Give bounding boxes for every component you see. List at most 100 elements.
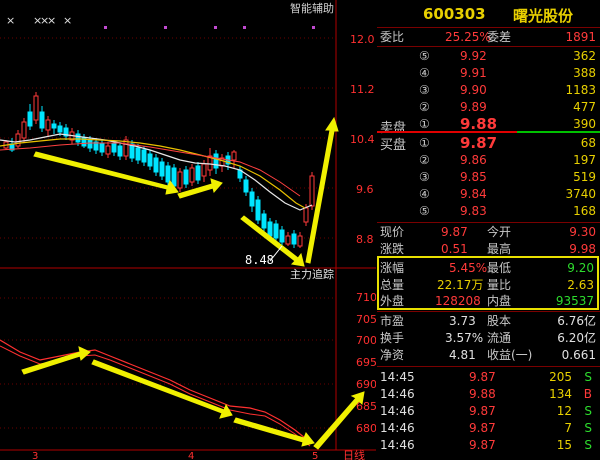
level-volume: 197	[573, 153, 596, 167]
stat-row: 市盈 3.73 股本 6.76亿	[380, 314, 596, 328]
candle-body	[267, 221, 273, 237]
level-number: ④	[419, 187, 430, 201]
price-axis-label: 11.2	[350, 83, 375, 96]
candle-body	[51, 123, 57, 129]
candle-body	[87, 139, 93, 149]
tick-volume: 12	[556, 404, 572, 418]
candle-body	[165, 165, 171, 183]
tick-time: 14:46	[380, 387, 415, 401]
level-number: ②	[419, 100, 430, 114]
marker-icon: ×	[47, 14, 56, 27]
low-price-marker: 8.48	[245, 253, 274, 267]
candle-body	[243, 179, 249, 193]
tick-row: 14:46 9.87 12 S	[377, 402, 600, 420]
buy-level-row[interactable]: ① 9.87 68	[377, 134, 600, 152]
indicator-axis-label: 680	[356, 422, 376, 435]
level-price: 9.84	[460, 187, 487, 201]
tick-volume: 7	[564, 421, 572, 435]
level-volume: 1183	[565, 83, 596, 97]
marker-icon: ×	[63, 14, 72, 27]
candle-body	[57, 125, 63, 133]
tick-price: 9.87	[469, 370, 496, 384]
level-price: 9.92	[460, 49, 487, 63]
price-axis-label: 8.8	[356, 233, 374, 246]
tick-flag: S	[584, 438, 592, 452]
buy-bar	[517, 131, 600, 133]
buy-level-row[interactable]: ③ 9.85 519	[377, 168, 600, 186]
indicator-axis-label: 700	[356, 334, 376, 347]
quote-header: 600303 曙光股份	[377, 0, 600, 27]
tick-flag: S	[584, 370, 592, 384]
period-tab-daily[interactable]: 日线	[343, 448, 365, 460]
indicator-title: 主力追踪	[290, 267, 334, 281]
candle-body	[45, 119, 51, 131]
candle-body	[105, 145, 111, 155]
level-volume: 168	[573, 204, 596, 218]
sell-level-row[interactable]: ⑤ 9.92 362	[377, 47, 600, 65]
level-price: 9.89	[460, 100, 487, 114]
indicator-axis-label: 705	[356, 313, 376, 326]
marker-icon: ×	[6, 14, 15, 27]
level-number: ③	[419, 170, 430, 184]
buy-level-row[interactable]: ④ 9.84 3740	[377, 185, 600, 203]
x-tick: 4	[188, 451, 194, 460]
level-volume: 388	[573, 66, 596, 80]
price-axis-label: 12.0	[350, 33, 375, 46]
level-number: ①	[419, 136, 430, 150]
stat-row: 外盘 128208 内盘 93537	[380, 294, 594, 308]
level-volume: 68	[580, 136, 596, 150]
level-volume: 519	[573, 170, 596, 184]
tick-flag: S	[584, 404, 592, 418]
candle-body	[261, 213, 267, 229]
sell-level-row[interactable]: ④ 9.91 388	[377, 64, 600, 82]
buy-level-row[interactable]: ② 9.86 197	[377, 151, 600, 169]
indicator-axis-label: 690	[356, 378, 376, 391]
candle-body	[33, 95, 39, 121]
level-price: 9.90	[460, 83, 487, 97]
level-price: 9.91	[460, 66, 487, 80]
sell-level-row[interactable]: ② 9.89 477	[377, 98, 600, 116]
level-number: ③	[419, 83, 430, 97]
weibi-value: 25.25%	[445, 30, 491, 44]
candle-body	[291, 233, 297, 245]
tick-volume: 134	[549, 387, 572, 401]
tick-volume: 205	[549, 370, 572, 384]
candle-body	[27, 111, 33, 127]
level-number: ⑤	[419, 204, 430, 218]
candle-body	[135, 147, 141, 161]
level-price: 9.86	[460, 153, 487, 167]
stock-code: 600303	[423, 5, 486, 23]
tick-volume: 15	[556, 438, 572, 452]
stock-name: 曙光股份	[513, 7, 574, 25]
candle-body	[15, 133, 21, 147]
kline-chart[interactable]: 12.0 11.2 10.4 9.6 8.8 710 705 700 695 6…	[0, 0, 376, 460]
candle-body	[171, 167, 177, 187]
sell-bar	[377, 131, 517, 133]
level-price: 9.83	[460, 204, 487, 218]
level-volume: 477	[573, 100, 596, 114]
candle-body	[285, 235, 291, 245]
candle-body	[111, 143, 117, 153]
candle-body	[231, 151, 237, 161]
candle-body	[117, 145, 123, 157]
tick-time: 14:46	[380, 404, 415, 418]
candle-body	[201, 163, 207, 177]
indicator-axis-label: 710	[356, 291, 376, 304]
tick-price: 9.87	[469, 438, 496, 452]
level-volume: 3740	[565, 187, 596, 201]
tick-price: 9.88	[469, 387, 496, 401]
candle-body	[141, 149, 147, 163]
sell-level-row[interactable]: ③ 9.90 1183	[377, 81, 600, 99]
level-price: 9.87	[460, 134, 498, 152]
buy-level-row[interactable]: ⑤ 9.83 168	[377, 202, 600, 220]
tick-flag: S	[584, 421, 592, 435]
tick-price: 9.87	[469, 421, 496, 435]
indicator-axis-label: 685	[356, 400, 376, 413]
smart-assist-label[interactable]: 智能辅助	[290, 1, 334, 15]
candle-body	[213, 153, 219, 169]
candle-body	[21, 121, 27, 139]
candle-body	[183, 169, 189, 185]
candle-body	[309, 175, 315, 207]
tick-time: 14:46	[380, 438, 415, 452]
level-price: 9.85	[460, 170, 487, 184]
